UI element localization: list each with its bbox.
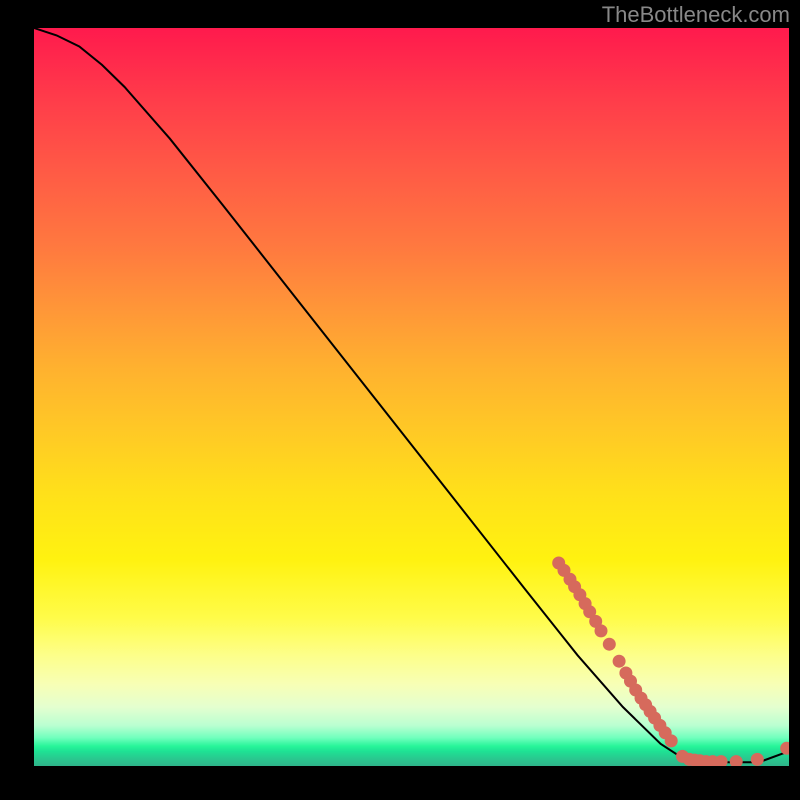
chart-point (781, 742, 789, 754)
chart-point (700, 756, 712, 766)
chart-point (659, 727, 671, 739)
chart-point (569, 581, 581, 593)
chart-point (677, 750, 689, 762)
chart-point (730, 756, 742, 766)
chart-point (603, 638, 615, 650)
chart-point (694, 755, 706, 766)
chart-point (590, 615, 602, 627)
chart-point (644, 705, 656, 717)
chart-point (751, 753, 763, 765)
chart-point (553, 557, 565, 569)
chart-point (595, 625, 607, 637)
chart-point (613, 655, 625, 667)
chart-point (564, 573, 576, 585)
chart-point (707, 756, 719, 766)
chart-point (584, 606, 596, 618)
chart-point (665, 735, 677, 747)
chart-point (558, 564, 570, 576)
chart-point (630, 684, 642, 696)
watermark-text: TheBottleneck.com (602, 2, 790, 28)
chart-point (654, 719, 666, 731)
chart-point (683, 753, 695, 765)
chart-point (640, 699, 652, 711)
chart-point (689, 754, 701, 766)
chart-point (649, 712, 661, 724)
chart-point (715, 756, 727, 766)
chart-point (579, 598, 591, 610)
chart-point (574, 589, 586, 601)
chart-svg-overlay (34, 28, 789, 766)
chart-point (625, 675, 637, 687)
chart-point (620, 667, 632, 679)
chart-curve (34, 28, 789, 762)
chart-point (635, 692, 647, 704)
chart-plot-area (34, 28, 789, 766)
chart-points (553, 557, 789, 766)
